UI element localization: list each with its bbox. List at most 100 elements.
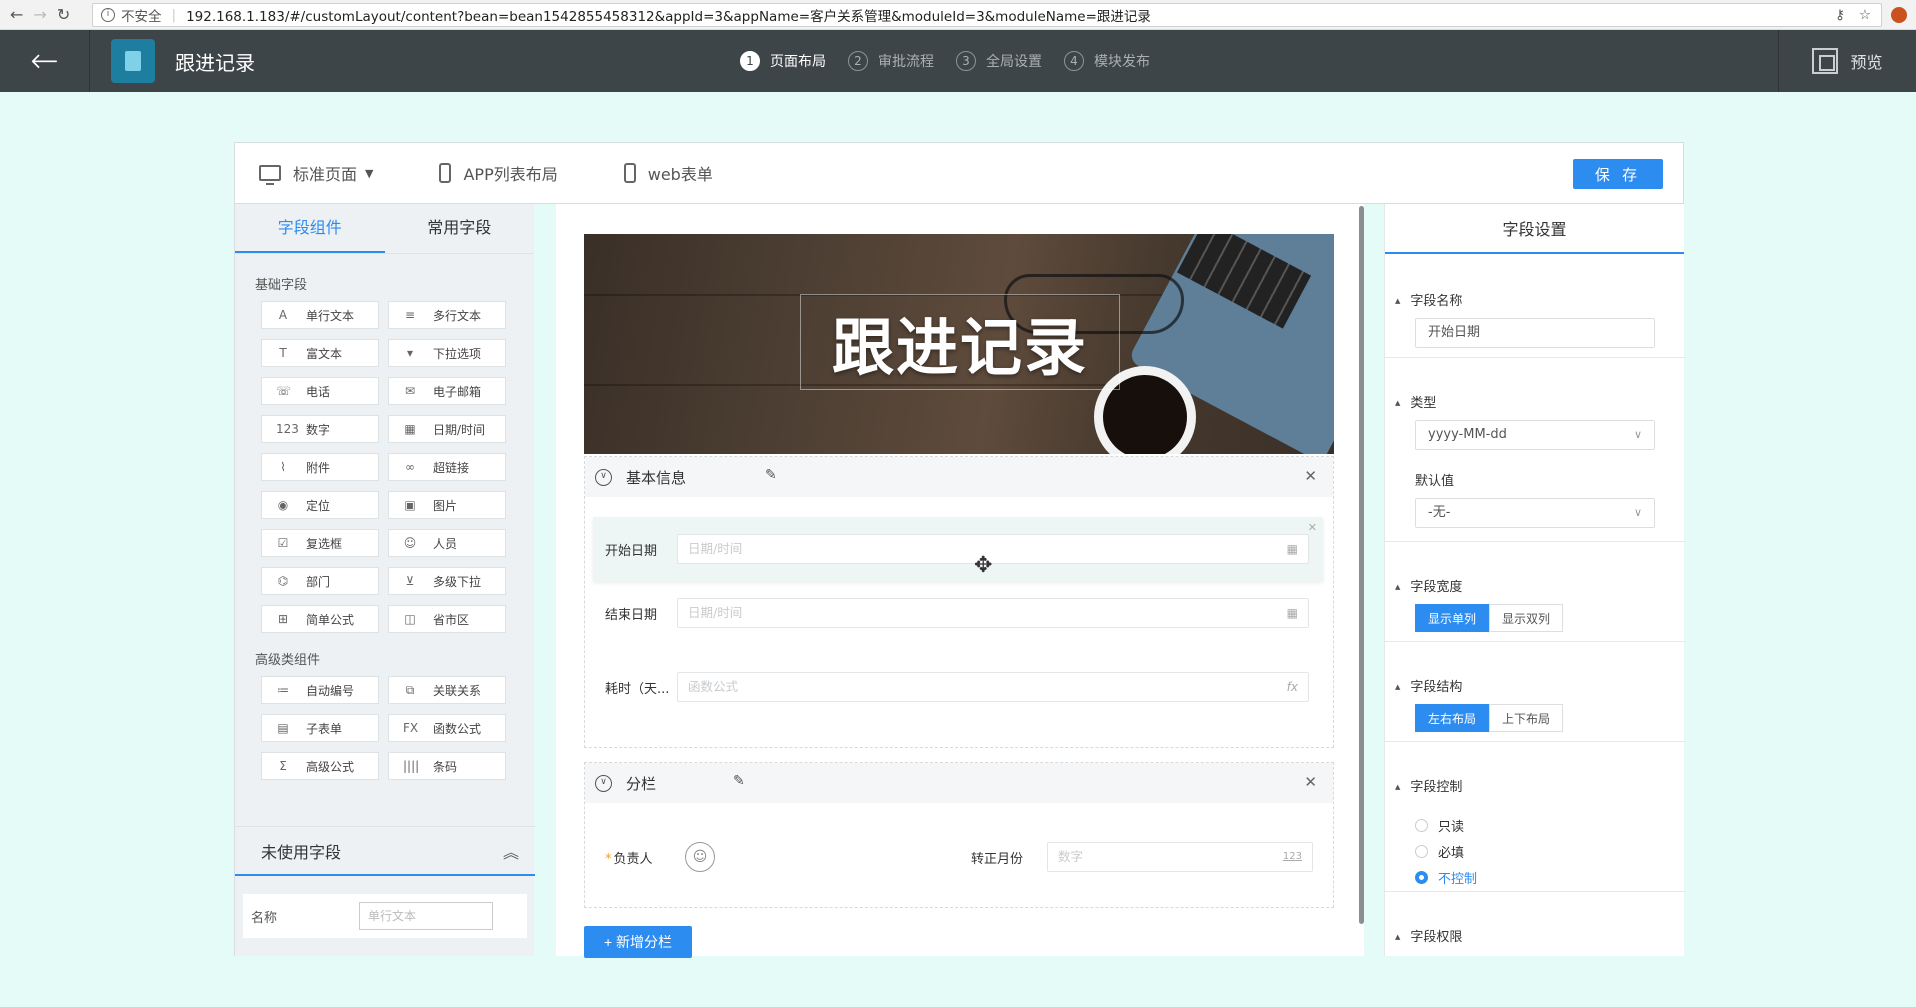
standard-page-dropdown[interactable]: 标准页面 ▼ bbox=[259, 161, 373, 185]
add-column-button[interactable]: + 新增分栏 bbox=[584, 926, 692, 958]
field-structure-heading[interactable]: 字段结构 bbox=[1395, 676, 1462, 695]
component-item[interactable]: FX 函数公式 bbox=[388, 714, 506, 742]
field-name-input[interactable]: 开始日期 bbox=[1415, 318, 1655, 348]
extension-icon[interactable] bbox=[1882, 6, 1916, 23]
component-item[interactable]: ≔ 自动编号 bbox=[261, 676, 379, 704]
component-item[interactable]: 123 数字 bbox=[261, 415, 379, 443]
star-icon[interactable]: ☆ bbox=[1859, 7, 1871, 23]
chevron-down-icon: ∨ bbox=[1633, 428, 1642, 441]
key-icon[interactable]: ⚷ bbox=[1835, 7, 1845, 23]
field-width-heading[interactable]: 字段宽度 bbox=[1395, 576, 1462, 595]
field-name-heading[interactable]: 字段名称 bbox=[1395, 290, 1462, 309]
remove-field-icon[interactable]: ✕ bbox=[1308, 521, 1317, 534]
single-column-button[interactable]: 显示单列 bbox=[1415, 604, 1490, 632]
owner-label: 负责人 bbox=[613, 851, 653, 867]
duration-formula-input[interactable]: 函数公式 fx bbox=[677, 672, 1309, 702]
component-item[interactable]: T 富文本 bbox=[261, 339, 379, 367]
start-date-input[interactable]: 日期/时间 ▦ bbox=[677, 534, 1309, 564]
field-label: 开始日期 bbox=[605, 543, 658, 559]
address-bar[interactable]: i 不安全 | 192.168.1.183/#/customLayout/con… bbox=[92, 2, 1882, 27]
double-column-button[interactable]: 显示双列 bbox=[1489, 604, 1564, 632]
radio-required[interactable]: 必填 bbox=[1415, 842, 1464, 861]
calendar-icon: ▦ bbox=[1286, 542, 1298, 556]
basic-fields-heading: 基础字段 bbox=[255, 278, 308, 293]
component-item[interactable]: ☺ 人员 bbox=[388, 529, 506, 557]
field-label: 结束日期 bbox=[605, 607, 658, 623]
chevron-up-icon[interactable]: ︽ bbox=[503, 839, 519, 863]
month-number-input[interactable]: 数字 123 bbox=[1047, 842, 1313, 872]
step-label: 全局设置 bbox=[986, 54, 1042, 70]
step-module-publish[interactable]: 4 模块发布 bbox=[1064, 51, 1150, 71]
field-row-end-date[interactable]: 结束日期 日期/时间 ▦ bbox=[593, 581, 1323, 645]
unused-field-row[interactable]: 名称 单行文本 bbox=[243, 894, 527, 938]
end-date-input[interactable]: 日期/时间 ▦ bbox=[677, 598, 1309, 628]
web-form-tab[interactable]: web表单 bbox=[623, 161, 713, 185]
banner-title: 跟进记录 bbox=[831, 311, 1088, 384]
group-column[interactable]: ∨ 分栏 ✎ ✕ * 负责人 ☺ 转正月份 数字 123 bbox=[584, 762, 1334, 908]
field-row-duration[interactable]: 耗时（天... 函数公式 fx bbox=[593, 655, 1323, 719]
group-basic-info[interactable]: ∨ 基本信息 ✎ ✕ 开始日期 日期/时间 ▦ ✕ 结束日期 日期/时间 ▦ 耗… bbox=[584, 456, 1334, 748]
back-arrow-icon[interactable]: ← bbox=[10, 5, 23, 24]
component-item[interactable]: ⊻ 多级下拉 bbox=[388, 567, 506, 595]
component-item[interactable]: ⧉ 关联关系 bbox=[388, 676, 506, 704]
step-global-settings[interactable]: 3 全局设置 bbox=[956, 51, 1042, 71]
back-button[interactable]: ← bbox=[0, 30, 90, 92]
save-button[interactable]: 保 存 bbox=[1573, 159, 1663, 189]
tab-common-fields[interactable]: 常用字段 bbox=[385, 204, 535, 253]
default-value-select[interactable]: -无- ∨ bbox=[1415, 498, 1655, 528]
phone-icon bbox=[623, 163, 636, 183]
top-bottom-layout-button[interactable]: 上下布局 bbox=[1489, 704, 1564, 732]
field-row-start-date[interactable]: 开始日期 日期/时间 ▦ ✕ bbox=[593, 517, 1323, 581]
canvas-scrollbar[interactable] bbox=[1359, 206, 1364, 924]
component-item[interactable]: ▤ 子表单 bbox=[261, 714, 379, 742]
module-title: 跟进记录 bbox=[175, 50, 255, 75]
component-icon: FX bbox=[403, 721, 419, 735]
forward-arrow-icon[interactable]: → bbox=[33, 5, 46, 24]
type-heading[interactable]: 类型 bbox=[1395, 392, 1436, 411]
field-permission-heading[interactable]: 字段权限 bbox=[1395, 926, 1462, 945]
component-item[interactable]: ≡ 多行文本 bbox=[388, 301, 506, 329]
component-item[interactable]: ☏ 电话 bbox=[261, 377, 379, 405]
banner-title-box[interactable]: 跟进记录 bbox=[800, 294, 1120, 390]
collapse-icon[interactable]: ∨ bbox=[595, 468, 612, 486]
close-icon[interactable]: ✕ bbox=[1304, 467, 1317, 485]
edit-pencil-icon[interactable]: ✎ bbox=[765, 467, 777, 483]
reload-icon[interactable]: ↻ bbox=[57, 5, 70, 24]
radio-readonly[interactable]: 只读 bbox=[1415, 816, 1464, 835]
person-icon[interactable]: ☺ bbox=[685, 842, 715, 872]
component-item[interactable]: ▦ 日期/时间 bbox=[388, 415, 506, 443]
field-control-heading[interactable]: 字段控制 bbox=[1395, 776, 1462, 795]
collapse-icon[interactable]: ∨ bbox=[595, 774, 612, 792]
edit-pencil-icon[interactable]: ✎ bbox=[733, 773, 745, 789]
step-page-layout[interactable]: 1 页面布局 bbox=[740, 51, 826, 71]
unused-field-input[interactable]: 单行文本 bbox=[359, 902, 493, 930]
component-item[interactable]: A 单行文本 bbox=[261, 301, 379, 329]
component-item[interactable]: ⌬ 部门 bbox=[261, 567, 379, 595]
close-icon[interactable]: ✕ bbox=[1304, 773, 1317, 791]
component-item[interactable]: ◫ 省市区 bbox=[388, 605, 506, 633]
component-item[interactable]: |||| 条码 bbox=[388, 752, 506, 780]
component-label: 富文本 bbox=[306, 346, 343, 361]
field-row-owner[interactable]: * 负责人 ☺ 转正月份 数字 123 bbox=[593, 825, 1323, 889]
component-label: 单行文本 bbox=[306, 308, 355, 323]
info-icon[interactable]: i bbox=[101, 7, 115, 22]
component-item[interactable]: ◉ 定位 bbox=[261, 491, 379, 519]
component-item[interactable]: ▣ 图片 bbox=[388, 491, 506, 519]
url-text[interactable]: 192.168.1.183/#/customLayout/content?bea… bbox=[186, 5, 1151, 25]
app-list-layout-tab[interactable]: APP列表布局 bbox=[439, 161, 558, 185]
type-select[interactable]: yyyy-MM-dd ∨ bbox=[1415, 420, 1655, 450]
step-approval-flow[interactable]: 2 审批流程 bbox=[848, 51, 934, 71]
component-item[interactable]: ✉ 电子邮箱 bbox=[388, 377, 506, 405]
radio-no-control[interactable]: 不控制 bbox=[1415, 868, 1477, 887]
unused-fields-header[interactable]: 未使用字段 ︽ bbox=[235, 826, 535, 876]
component-item[interactable]: ∞ 超链接 bbox=[388, 453, 506, 481]
left-right-layout-button[interactable]: 左右布局 bbox=[1415, 704, 1490, 732]
component-item[interactable]: ☑ 复选框 bbox=[261, 529, 379, 557]
component-item[interactable]: ▾ 下拉选项 bbox=[388, 339, 506, 367]
component-item[interactable]: Σ 高级公式 bbox=[261, 752, 379, 780]
component-item[interactable]: ⊞ 简单公式 bbox=[261, 605, 379, 633]
preview-button[interactable]: 预览 bbox=[1778, 30, 1916, 92]
component-item[interactable]: ⌇ 附件 bbox=[261, 453, 379, 481]
tab-field-components[interactable]: 字段组件 bbox=[235, 204, 385, 253]
default-value-label: 默认值 bbox=[1415, 474, 1455, 489]
